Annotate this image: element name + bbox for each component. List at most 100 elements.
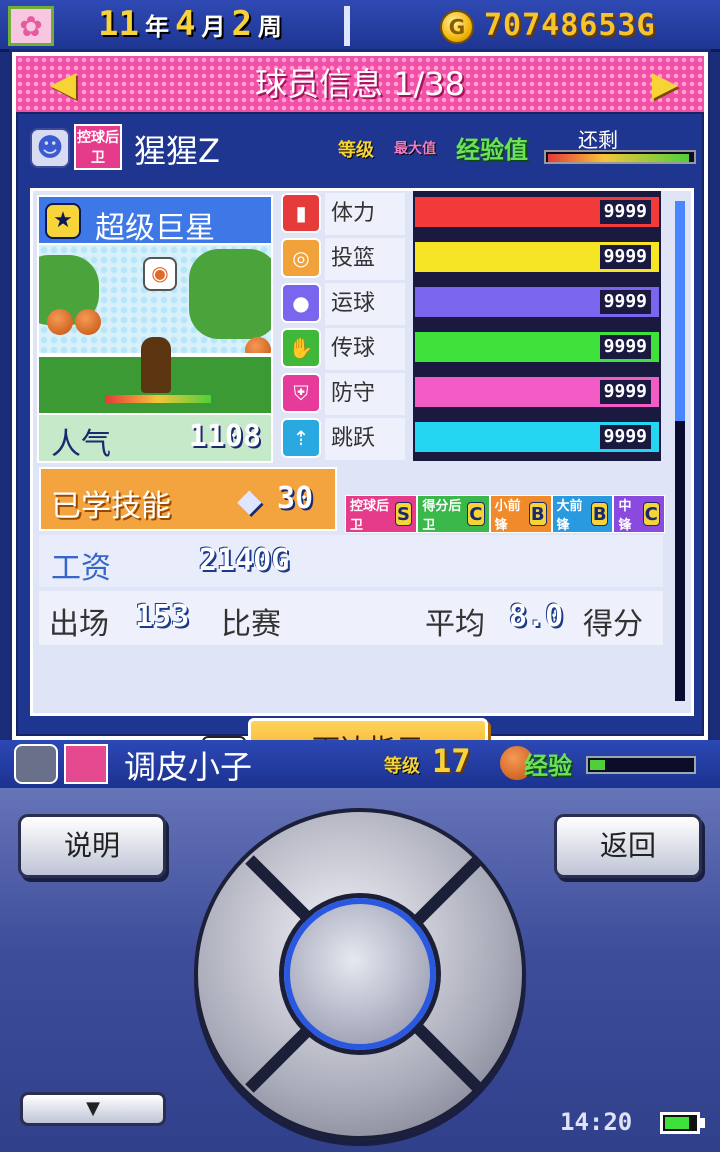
games-value: 153	[135, 599, 190, 634]
dpad-center-button[interactable]	[284, 898, 436, 1050]
year-unit: 年	[144, 13, 169, 41]
stat-name: 跳跃	[325, 418, 405, 460]
position-label: 大前锋	[556, 499, 583, 533]
stat-value: 9999	[599, 290, 651, 314]
position-label: 得分后卫	[422, 499, 462, 533]
prev-player-arrow[interactable]: ◀	[48, 64, 78, 104]
remaining-label: 还剩	[578, 128, 618, 152]
popularity-value: 1108	[188, 419, 261, 454]
clock: 14:20	[560, 1108, 633, 1136]
position-grade-badge: 控球后卫 S	[345, 495, 418, 533]
salary-label: 工资	[51, 551, 111, 586]
virtual-controller: 说明 返回 ▼	[0, 788, 720, 1152]
month-unit: 月	[201, 13, 226, 41]
stat-name: 传球	[325, 328, 405, 370]
tree-right	[189, 249, 271, 339]
stat-bar: 9999	[413, 281, 661, 326]
week-value: 2	[231, 4, 252, 44]
position-grades: 控球后卫 S 得分后卫 C 小前锋 B 大前锋 B 中锋 C	[345, 495, 666, 533]
team-bar: 调皮小子 等级 17 经验	[0, 740, 720, 788]
stat-row: ▮ 体力 9999	[277, 191, 669, 236]
position-label: 中锋	[618, 499, 632, 533]
avg-value: 8.0	[509, 599, 564, 634]
stat-name: 运球	[325, 283, 405, 325]
help-button[interactable]: 说明	[18, 814, 166, 878]
stat-row: ● 运球 9999	[277, 281, 669, 326]
team-level-value: 17	[432, 742, 471, 780]
stat-value: 9999	[599, 245, 651, 269]
scrollbar-thumb[interactable]	[675, 201, 685, 421]
stats-list: ▮ 体力 9999 ◎ 投篮 9999 ● 运球 9999 ✋ 传球 9999 ⛨ 防守 9999 ⇡ 跳跃 99…	[277, 191, 669, 463]
stat-value: 9999	[599, 335, 651, 359]
scrollbar[interactable]	[675, 201, 685, 701]
calendar-flower-icon[interactable]: ✿	[8, 6, 54, 46]
stat-icon: ✋	[281, 328, 321, 368]
gem-icon: ◆	[237, 481, 262, 519]
battery-tip	[700, 1118, 705, 1128]
stat-icon: ⇡	[281, 418, 321, 458]
team-level-label: 等级	[384, 756, 420, 777]
top-status-bar: ✿ 11 年 4 月 2 周 G 70748653G	[0, 0, 720, 52]
stat-row: ◎ 投篮 9999	[277, 236, 669, 281]
stat-bar: 9999	[413, 236, 661, 281]
stat-row: ⛨ 防守 9999	[277, 371, 669, 416]
menu-down-button[interactable]: ▼	[20, 1092, 166, 1126]
team-exp-fill	[590, 760, 605, 770]
skills-count: 30	[277, 481, 314, 516]
month-value: 4	[174, 4, 196, 44]
player-portrait-scene: ◉	[37, 245, 273, 413]
games-label: 出场	[49, 607, 109, 642]
game-date: 11 年 4 月 2 周	[98, 4, 282, 48]
monkey-player-sprite	[141, 337, 171, 393]
team-exp-bar	[586, 756, 696, 774]
stat-row: ✋ 传球 9999	[277, 326, 669, 371]
star-icon: ★	[45, 203, 81, 239]
basketball-icon	[75, 309, 101, 335]
skills-button[interactable]: 已学技能 ◆ 30	[39, 467, 337, 531]
player-name: 猩猩Z	[134, 132, 220, 170]
games-unit: 比赛	[221, 607, 281, 642]
rank-header: ★ 超级巨星	[37, 195, 273, 246]
grade-letter: B	[590, 502, 609, 526]
stat-value: 9999	[599, 380, 651, 404]
position-badge: 控球后卫	[74, 124, 122, 170]
money-amount: 70748653G	[484, 8, 656, 43]
position-label: 控球后卫	[350, 499, 390, 533]
next-player-arrow[interactable]: ▶	[650, 64, 680, 104]
position-label: 小前锋	[494, 499, 521, 533]
stat-name: 投篮	[325, 238, 405, 280]
team-name: 调皮小子	[124, 748, 253, 786]
back-button[interactable]: 返回	[554, 814, 702, 878]
grade-letter: B	[528, 502, 547, 526]
player-panel: ☻ 控球后卫 猩猩Z 等级 最大值 经验值 还剩 ★ 超级巨星 ◉ 人气 110…	[16, 112, 704, 782]
exp-label: 经验值	[456, 136, 528, 164]
position-grade-badge: 中锋 C	[613, 495, 666, 533]
stat-icon: ⛨	[281, 373, 321, 413]
level-label: 等级	[338, 140, 374, 161]
exp-progress-fill	[548, 154, 689, 162]
dialog-title: 球员信息 1/38	[16, 56, 704, 112]
basketball-icon	[47, 309, 73, 335]
grade-letter: C	[466, 502, 485, 526]
stat-value: 9999	[599, 200, 651, 224]
battery-icon	[660, 1112, 700, 1134]
player-face-icon: ☻	[30, 128, 70, 168]
player-card: ★ 超级巨星 ◉ 人气 1108 ▮ 体力 9999 ◎ 投篮 9999 ● 运球 9999 ✋ 传…	[30, 188, 694, 716]
battery-level	[665, 1117, 689, 1129]
games-row: 出场 153 比赛 平均 8.0 得分	[39, 591, 663, 645]
stat-bar: 9999	[413, 371, 661, 416]
salary-value: 2140G	[199, 543, 290, 578]
team-emblem-icon	[64, 744, 108, 784]
stat-name: 防守	[325, 373, 405, 415]
position-grade-badge: 大前锋 B	[551, 495, 614, 533]
dpad[interactable]	[194, 808, 526, 1140]
grade-letter: C	[642, 502, 661, 526]
exp-progress-bar	[544, 150, 696, 164]
avg-label: 平均	[425, 607, 485, 642]
max-label: 最大值	[394, 141, 436, 157]
stat-icon: ●	[281, 283, 321, 323]
rank-title: 超级巨星	[95, 211, 215, 246]
date-progress-marker	[344, 6, 350, 46]
stat-bar: 9999	[413, 326, 661, 371]
coach-avatar	[14, 744, 58, 784]
